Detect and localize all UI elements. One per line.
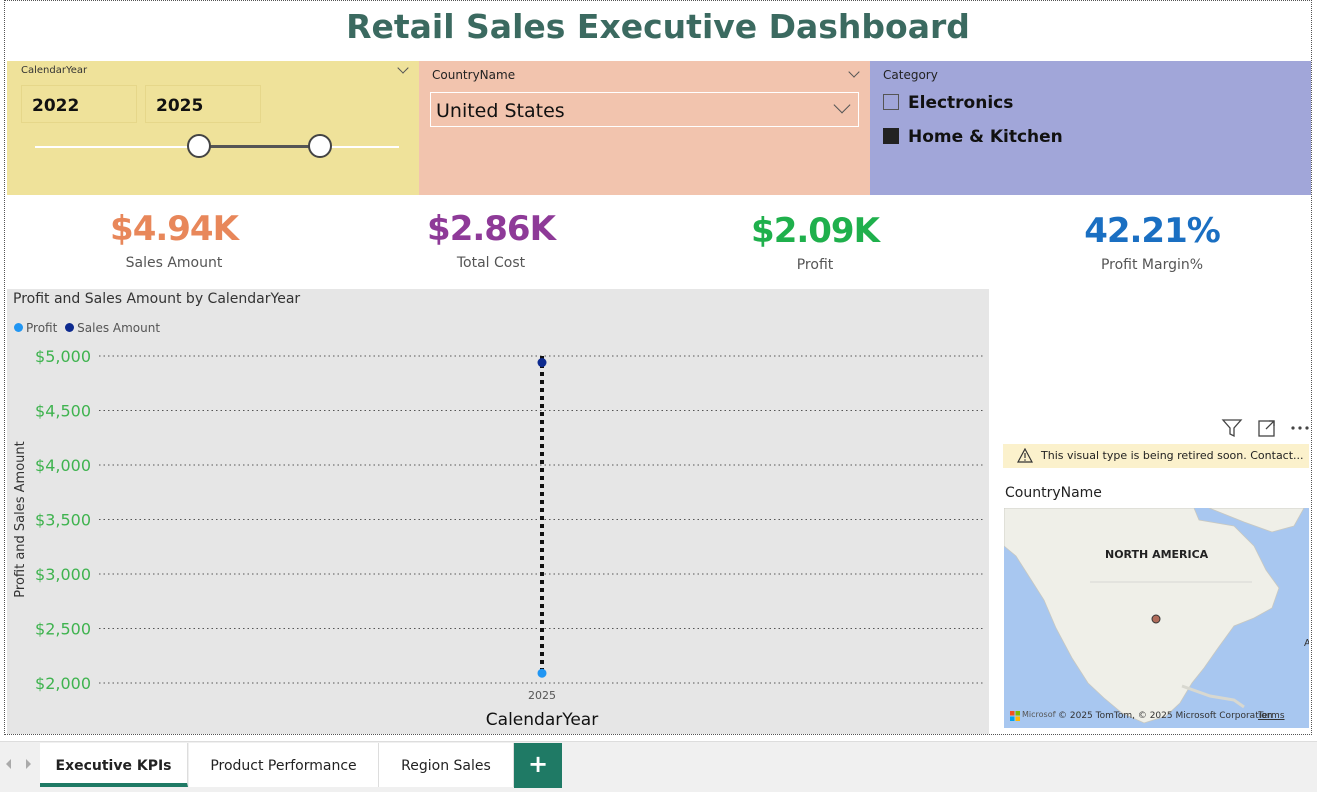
report-canvas: Retail Sales Executive Dashboard Calenda…	[4, 0, 1312, 735]
chevron-down-icon[interactable]	[848, 66, 860, 78]
country-map-visual[interactable]: This visual type is being retired soon. …	[1001, 413, 1311, 734]
calendar-year-slicer[interactable]: CalendarYear 2022 2025	[7, 61, 419, 195]
add-page-button[interactable]: +	[514, 743, 562, 788]
data-point-sales-amount	[537, 358, 547, 368]
map-region-label: NORTH AMERICA	[1105, 548, 1209, 561]
data-point-profit	[537, 668, 547, 678]
more-options-icon[interactable]	[1289, 417, 1311, 439]
range-thumb-start[interactable]	[187, 134, 211, 158]
svg-text:A: A	[1304, 638, 1309, 649]
map-land: A	[1004, 508, 1309, 724]
chevron-left-icon[interactable]	[6, 759, 11, 769]
y-axis-label: Profit and Sales Amount	[13, 441, 28, 597]
country-dropdown[interactable]: United States	[430, 92, 859, 127]
category-label: Home & Kitchen	[908, 127, 1063, 147]
microsoft-logo-icon	[1010, 711, 1020, 721]
focus-mode-icon[interactable]	[1256, 417, 1278, 439]
slicer-header: Category	[883, 68, 938, 82]
warning-icon	[1017, 448, 1033, 463]
kpi-value: $2.09K	[751, 211, 880, 251]
kpi-label: Total Cost	[456, 255, 526, 271]
dashboard-title: Retail Sales Executive Dashboard	[346, 7, 970, 46]
retirement-warning: This visual type is being retired soon. …	[1003, 444, 1309, 468]
kpi-label: Profit Margin%	[1100, 257, 1204, 273]
year-from-input[interactable]: 2022	[21, 85, 137, 123]
page-tab-bar: Executive KPIs Product Performance Regio…	[0, 741, 1317, 792]
chart-plot[interactable]: $2,000 $2,500 $3,000 $3,500 $4,000 $4,500 $5,0…	[7, 289, 989, 735]
slicer-header: CountryName	[432, 68, 516, 82]
y-tick-label: $2,000	[35, 674, 91, 693]
profit-sales-chart[interactable]: Profit and Sales Amount by CalendarYear …	[7, 289, 989, 735]
map-field-label: CountryName	[1005, 485, 1102, 501]
kpi-value: $2.86K	[427, 209, 556, 249]
kpi-label: Sales Amount	[125, 255, 223, 271]
chevron-right-icon[interactable]	[26, 759, 31, 769]
x-axis-label: CalendarYear	[486, 710, 598, 730]
map-terms-link[interactable]: Terms	[1258, 711, 1285, 721]
category-slicer[interactable]: Category Electronics Home & Kitchen	[870, 61, 1311, 195]
country-selected-value: United States	[436, 100, 565, 122]
map-canvas[interactable]: A NORTH AMERICA Microsoft Bing © 2025 To…	[1004, 508, 1309, 728]
tab-product-performance[interactable]: Product Performance	[189, 743, 379, 787]
country-slicer[interactable]: CountryName United States	[419, 61, 870, 195]
category-item-home-kitchen[interactable]: Home & Kitchen	[883, 127, 1063, 149]
y-tick-label: $5,000	[35, 347, 91, 366]
y-tick-label: $4,000	[35, 456, 91, 475]
kpi-card-profit-margin: 42.21% Profit Margin%	[1057, 211, 1247, 273]
kpi-card-sales-amount: $4.94K Sales Amount	[89, 209, 259, 271]
warning-text: This visual type is being retired soon. …	[1041, 449, 1304, 462]
tab-executive-kpis[interactable]: Executive KPIs	[40, 743, 188, 787]
chevron-down-icon	[833, 96, 851, 114]
slicer-header: CalendarYear	[21, 65, 88, 76]
bing-logo: Microsoft Bing	[1022, 710, 1056, 719]
y-tick-label: $4,500	[35, 402, 91, 421]
tab-region-sales[interactable]: Region Sales	[379, 743, 514, 787]
y-tick-label: $2,500	[35, 620, 91, 639]
chevron-down-icon[interactable]	[397, 62, 409, 74]
x-tick-label: 2025	[528, 689, 556, 702]
range-selection	[199, 145, 320, 148]
kpi-value: $4.94K	[110, 209, 239, 249]
checkbox-icon[interactable]	[883, 94, 899, 110]
kpi-value: 42.21%	[1084, 211, 1221, 251]
kpi-card-total-cost: $2.86K Total Cost	[406, 209, 576, 271]
kpi-card-profit: $2.09K Profit	[730, 211, 900, 273]
category-label: Electronics	[908, 93, 1014, 113]
y-tick-label: $3,500	[35, 511, 91, 530]
year-to-input[interactable]: 2025	[145, 85, 261, 123]
category-item-electronics[interactable]: Electronics	[883, 93, 1013, 115]
checkbox-checked-icon[interactable]	[883, 128, 899, 144]
map-attribution: © 2025 TomTom, © 2025 Microsoft Corporat…	[1058, 711, 1273, 721]
range-thumb-end[interactable]	[308, 134, 332, 158]
filter-icon[interactable]	[1221, 417, 1243, 439]
y-tick-label: $3,000	[35, 565, 91, 584]
kpi-label: Profit	[796, 257, 834, 273]
